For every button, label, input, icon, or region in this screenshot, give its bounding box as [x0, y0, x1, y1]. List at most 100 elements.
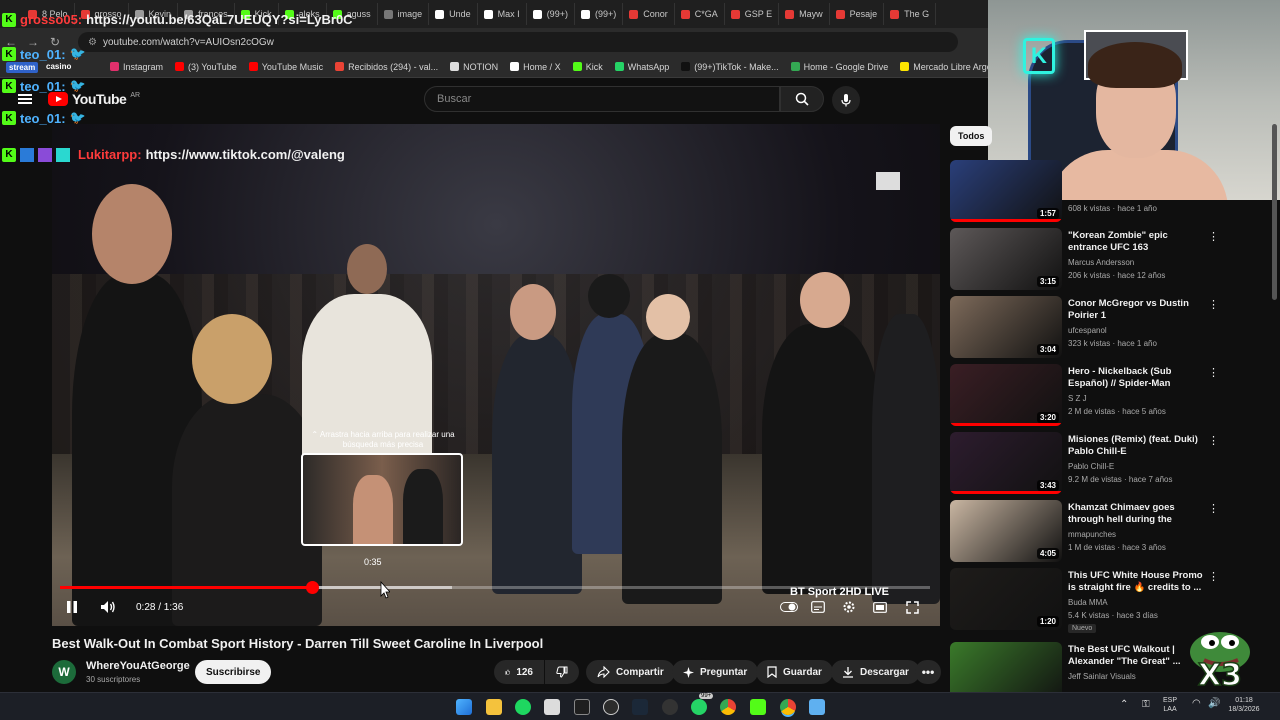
more-vertical-icon[interactable]: ⋮ [1208, 502, 1219, 515]
menu-icon[interactable] [18, 94, 32, 104]
tray-wifi-icon[interactable]: ◠ [1192, 699, 1201, 709]
settings-button[interactable] [841, 598, 857, 616]
fullscreen-button[interactable] [904, 598, 920, 616]
recommendation-title[interactable]: Khamzat Chimaev goes through hell during… [1068, 502, 1204, 526]
chrome-icon[interactable] [720, 699, 736, 715]
recommendation-item[interactable]: 3:15 "Korean Zombie" epic entrance UFC 16… [950, 228, 1220, 292]
browser-tab[interactable]: Max I [478, 3, 527, 25]
recommendation-title[interactable]: "Korean Zombie" epic entrance UFC 163 [1068, 230, 1204, 254]
recommendation-thumbnail[interactable]: 1:20 [950, 568, 1062, 630]
recommendation-channel[interactable]: Marcus Andersson [1068, 258, 1134, 267]
file-explorer-icon[interactable] [486, 699, 502, 715]
browser-tab[interactable]: GSP E [725, 3, 780, 25]
site-info-icon[interactable]: ⚙ [88, 37, 97, 48]
browser-tab[interactable]: (99+) [575, 3, 624, 25]
recommendation-thumbnail[interactable]: 1:57 [950, 160, 1062, 222]
recommendation-title[interactable]: Conor McGregor vs Dustin Poirier 1 [1068, 298, 1204, 322]
sidebar-scrollbar[interactable] [1272, 124, 1277, 300]
bookmark-item[interactable]: Recibidos (294) - val... [335, 62, 438, 72]
recommendation-thumbnail[interactable]: 4:05 [950, 500, 1062, 562]
channel-name[interactable]: WhereYouAtGeorge [86, 660, 190, 672]
clock[interactable]: 01:18 18/3/2026 [1226, 696, 1262, 714]
notepad-icon[interactable] [809, 699, 825, 715]
recommendation-title[interactable]: Misiones (Remix) (feat. Duki) Pablo Chil… [1068, 434, 1204, 458]
autoplay-toggle[interactable] [779, 598, 799, 616]
download-button[interactable]: Descargar [831, 660, 920, 684]
share-button[interactable]: Compartir [586, 660, 675, 684]
browser-tab[interactable]: (99+) [527, 3, 575, 25]
input-language[interactable]: ESP LAA [1163, 696, 1177, 714]
bookmark-item[interactable]: NOTION [450, 62, 498, 72]
recommendation-item[interactable]: 1:57 608 k vistas · hace 1 año [950, 160, 1220, 224]
more-vertical-icon[interactable]: ⋮ [1208, 298, 1219, 311]
bookmark-item[interactable]: Instagram [110, 62, 163, 72]
recommendation-item[interactable]: 3:20 Hero - Nickelback (Sub Español) // S… [950, 364, 1220, 428]
bookmark-item[interactable]: YouTube Music [248, 62, 323, 72]
recommendation-channel[interactable]: ufcespanol [1068, 326, 1107, 335]
browser-tab[interactable]: The G [884, 3, 937, 25]
app-icon[interactable] [574, 699, 590, 715]
bookmark-item[interactable]: Home - Google Drive [790, 62, 888, 72]
video-player[interactable] [52, 124, 940, 626]
more-vertical-icon[interactable]: ⋮ [1208, 366, 1219, 379]
subtitles-button[interactable] [810, 598, 826, 616]
dislike-button[interactable] [545, 660, 579, 684]
recommendation-item[interactable]: 3:43 Misiones (Remix) (feat. Duki) Pablo … [950, 432, 1220, 496]
more-vertical-icon[interactable]: ⋮ [1208, 570, 1219, 583]
browser-tab[interactable]: Unde [429, 3, 478, 25]
bookmark-item[interactable]: Home / X [510, 62, 561, 72]
recommendation-thumbnail[interactable]: 3:04 [950, 296, 1062, 358]
more-actions-button[interactable]: ••• [915, 660, 941, 684]
pause-button[interactable] [64, 598, 80, 616]
recommendation-thumbnail[interactable]: 3:15 [950, 228, 1062, 290]
browser-tab[interactable]: C*GA [675, 3, 725, 25]
recommendation-item[interactable]: 1:20 This UFC White House Promo is straig… [950, 568, 1220, 633]
windows-start-icon[interactable] [456, 699, 472, 715]
tray-chevron-icon[interactable]: ⌃ [1120, 699, 1128, 710]
recommendation-channel[interactable]: S Z J [1068, 394, 1087, 403]
browser-tab[interactable]: Conor [623, 3, 675, 25]
theater-mode-button[interactable] [872, 598, 888, 616]
kick-icon[interactable] [750, 699, 766, 715]
bookmark-item[interactable]: Kick [572, 62, 603, 72]
recommendation-title[interactable]: Hero - Nickelback (Sub Español) // Spide… [1068, 366, 1204, 390]
riot-icon[interactable] [662, 699, 678, 715]
recommendation-channel[interactable]: Pablo Chill-E [1068, 462, 1114, 471]
recommendation-channel[interactable]: Jeff Sainlar Visuals [1068, 672, 1136, 681]
recommendation-thumbnail[interactable]: 3:43 [950, 432, 1062, 494]
tray-volume-icon[interactable]: 🔊 [1208, 699, 1220, 709]
bookmark-item[interactable]: (99+)TikTok - Make... [681, 62, 779, 72]
more-vertical-icon[interactable]: ⋮ [1208, 230, 1219, 243]
obs-icon[interactable] [603, 699, 619, 715]
recommendation-item[interactable]: 4:05 Khamzat Chimaev goes through hell du… [950, 500, 1220, 564]
ask-button[interactable]: Preguntar [672, 660, 759, 684]
filter-chip-all[interactable]: Todos [950, 126, 993, 146]
search-button[interactable] [780, 86, 824, 112]
recommendation-channel[interactable]: mmapunches [1068, 530, 1116, 539]
volume-button[interactable] [98, 598, 118, 616]
browser-tab[interactable]: image [378, 3, 430, 25]
bookmark-item[interactable]: WhatsApp [614, 62, 669, 72]
channel-avatar[interactable]: W [52, 660, 76, 684]
browser-tab[interactable]: Mayw [779, 3, 830, 25]
url-field[interactable]: ⚙ youtube.com/watch?v=AUIOsn2cOGw [78, 32, 958, 52]
store-icon[interactable] [544, 699, 560, 715]
recommendation-title[interactable]: This UFC White House Promo is straight f… [1068, 570, 1204, 594]
chrome-active-icon[interactable] [780, 699, 796, 715]
recommendation-item[interactable]: 3:04 Conor McGregor vs Dustin Poirier 1 ⋮ u… [950, 296, 1220, 360]
recommendation-channel[interactable]: Buda MMA [1068, 598, 1108, 607]
bookmark-item[interactable]: (3) YouTube [175, 62, 237, 72]
like-button[interactable]: 126 [494, 660, 544, 684]
browser-tab[interactable]: Pesaje [830, 3, 885, 25]
search-input[interactable]: Buscar [424, 86, 780, 112]
bookmark-item[interactable]: Mercado Libre Arge... [900, 62, 988, 72]
tray-lock-icon[interactable]: ⚿ [1142, 699, 1150, 710]
spotify-icon[interactable] [515, 699, 531, 715]
recommendation-thumbnail[interactable]: 3:20 [950, 364, 1062, 426]
steam-icon[interactable] [632, 699, 648, 715]
save-button[interactable]: Guardar [756, 660, 833, 684]
voice-search-button[interactable] [832, 86, 860, 114]
whatsapp-icon[interactable]: 99+ [691, 693, 714, 715]
more-vertical-icon[interactable]: ⋮ [1208, 434, 1219, 447]
subscribe-button[interactable]: Suscribirse [195, 660, 272, 684]
